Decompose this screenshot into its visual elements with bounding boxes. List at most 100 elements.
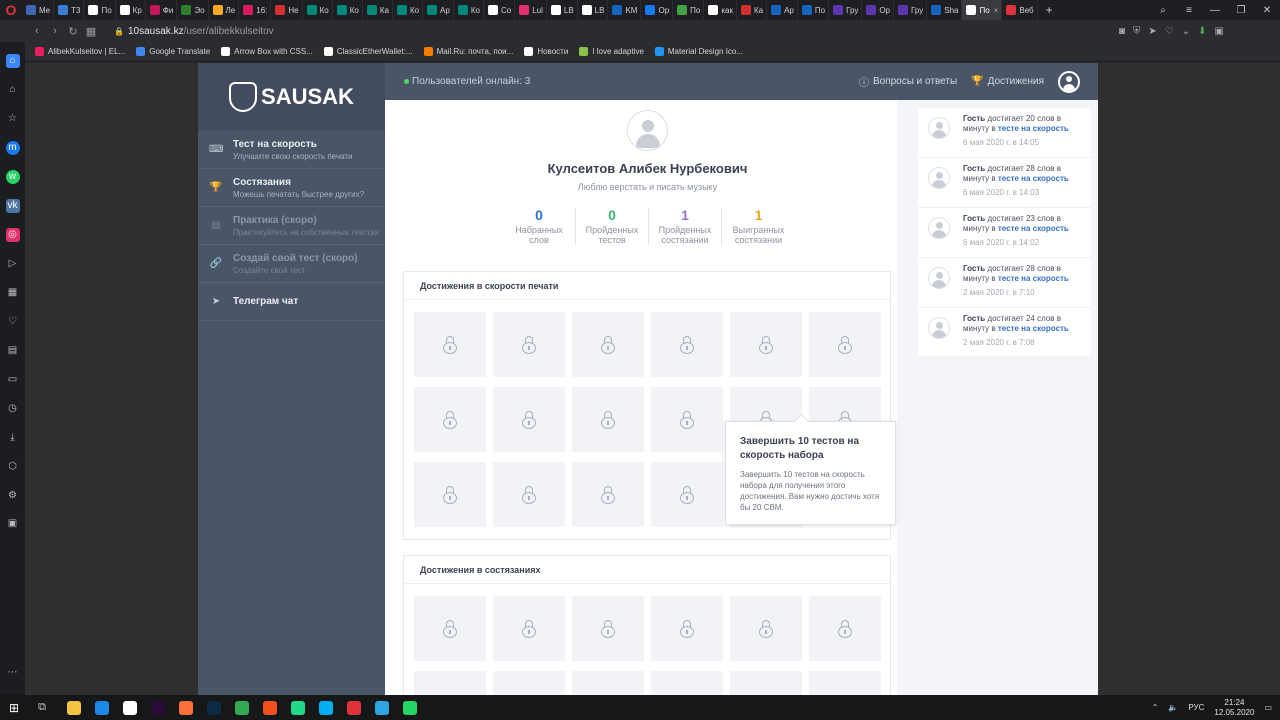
bookmark-4[interactable]: Mail.Ru: почта, пои... — [423, 47, 513, 56]
tab-1[interactable]: Т3 — [54, 0, 85, 20]
bookmark-5[interactable]: Новости — [524, 47, 568, 56]
downloads-icon[interactable]: ⤓ — [6, 430, 20, 444]
firefox-taskbar-button[interactable] — [172, 695, 200, 720]
achievement-tile[interactable] — [572, 462, 644, 527]
achievement-tile[interactable] — [572, 312, 644, 377]
heart-icon[interactable]: ♡ — [1165, 26, 1174, 37]
tab-19[interactable]: KM — [608, 0, 642, 20]
task-view-button[interactable]: ⧉ — [28, 695, 56, 720]
achievement-tile[interactable] — [414, 596, 486, 661]
achievement-tile[interactable] — [651, 312, 723, 377]
achievement-tile[interactable] — [493, 596, 565, 661]
tab-11[interactable]: Ка — [363, 0, 393, 20]
tabs-icon[interactable]: ▭ — [6, 372, 20, 386]
chevron-down-icon[interactable]: ⌄ — [1182, 26, 1190, 37]
achievement-tile[interactable] — [730, 312, 802, 377]
forward-icon[interactable]: › — [46, 25, 64, 37]
bookmark-2[interactable]: Arrow Box with CSS... — [221, 47, 313, 56]
tab-13[interactable]: Ар — [423, 0, 454, 20]
tab-22[interactable]: как — [704, 0, 737, 20]
tab-24[interactable]: Ар — [767, 0, 798, 20]
feed-link[interactable]: тесте на скорость — [998, 274, 1069, 283]
achievements-link[interactable]: 🏆 Достижения — [971, 76, 1044, 87]
notifications-icon[interactable]: ▭ — [1264, 703, 1272, 712]
tab-17[interactable]: LB — [547, 0, 578, 20]
camera-icon[interactable]: ◙ — [1119, 26, 1125, 37]
sidebar-item-0[interactable]: ⌨ Тест на скорость Улучшите свою скорость … — [198, 131, 385, 169]
tab-15[interactable]: Со — [484, 0, 516, 20]
keyboard-language[interactable]: РУС — [1188, 703, 1204, 712]
messenger-icon[interactable]: m — [5, 140, 20, 155]
news-icon[interactable]: ▤ — [6, 343, 20, 357]
feed-link[interactable]: тесте на скорость — [998, 174, 1069, 183]
achievement-tile[interactable] — [809, 596, 881, 661]
tab-23[interactable]: Ка — [737, 0, 768, 20]
chevron-up-icon[interactable]: ⌃ — [1152, 703, 1159, 712]
achievement-tile[interactable] — [651, 596, 723, 661]
tab-2[interactable]: По — [84, 0, 116, 20]
achievement-tile[interactable] — [809, 312, 881, 377]
opera-menu-icon[interactable]: O — [0, 0, 22, 20]
search-icon[interactable]: ⌕ — [1150, 5, 1176, 16]
lock-icon[interactable]: 🔒 — [114, 27, 124, 36]
tab-8[interactable]: Не — [271, 0, 303, 20]
achievement-tile[interactable] — [730, 596, 802, 661]
achievement-tile[interactable] — [809, 671, 881, 695]
yandex-taskbar-button[interactable] — [116, 695, 144, 720]
tab-21[interactable]: По — [673, 0, 705, 20]
bookmark-1[interactable]: Google Translate — [136, 47, 210, 56]
skype-taskbar-button[interactable] — [312, 695, 340, 720]
photoshop-taskbar-button[interactable] — [200, 695, 228, 720]
home-icon[interactable]: ⌂ — [6, 83, 20, 97]
telegram-taskbar-button[interactable] — [368, 695, 396, 720]
achievement-tile[interactable] — [414, 387, 486, 452]
achievement-tile[interactable] — [414, 312, 486, 377]
tab-4[interactable]: Фи — [146, 0, 178, 20]
speed-dial-icon[interactable]: ▦ — [82, 25, 100, 38]
chrome-taskbar-button[interactable] — [228, 695, 256, 720]
box-icon[interactable]: ⬡ — [6, 459, 20, 473]
clock[interactable]: 21:24 12.05.2020 — [1214, 698, 1254, 718]
start-button[interactable]: ⊞ — [0, 695, 28, 720]
tab-extra[interactable]: Веб — [1002, 0, 1038, 20]
instagram-icon[interactable]: ◎ — [5, 227, 20, 242]
tab-6[interactable]: Ле — [209, 0, 240, 20]
close-tab-icon[interactable]: × — [994, 6, 999, 15]
feed-link[interactable]: тесте на скорость — [998, 324, 1069, 333]
achievement-tile[interactable] — [730, 671, 802, 695]
tab-3[interactable]: Кр — [116, 0, 146, 20]
achievement-tile[interactable] — [651, 387, 723, 452]
tab-14[interactable]: Ко — [454, 0, 484, 20]
tab-12[interactable]: Ко — [393, 0, 424, 20]
tab-0[interactable]: Me — [22, 0, 55, 20]
bookmark-3[interactable]: ClassicEtherWallet:... — [323, 47, 413, 56]
download-icon[interactable]: ⬇ — [1198, 26, 1206, 37]
tab-18[interactable]: LB — [578, 0, 609, 20]
url-field[interactable]: 10sausak.kz/user/alibekkulseitov — [128, 26, 274, 37]
settings-icon[interactable]: ⚙ — [6, 488, 20, 502]
extension-icon[interactable]: ▣ — [1215, 26, 1224, 37]
tab-5[interactable]: Эо — [177, 0, 209, 20]
achievement-tile[interactable] — [651, 671, 723, 695]
tab-active[interactable]: По × — [962, 0, 1003, 20]
achievement-tile[interactable] — [493, 312, 565, 377]
webstorm-taskbar-button[interactable] — [284, 695, 312, 720]
tab-16[interactable]: Lul — [515, 0, 547, 20]
bookmark-6[interactable]: I love adaptive — [579, 47, 644, 56]
back-icon[interactable]: ‹ — [28, 25, 46, 37]
tab-26[interactable]: Гру — [829, 0, 863, 20]
edge-taskbar-button[interactable] — [88, 695, 116, 720]
tab-28[interactable]: Гру — [894, 0, 928, 20]
bookmark-7[interactable]: Material Design Ico... — [654, 47, 743, 56]
site-logo[interactable]: SAUSAK — [198, 63, 385, 131]
achievement-tile[interactable] — [414, 671, 486, 695]
achievement-tile[interactable] — [414, 462, 486, 527]
grid-icon[interactable]: ▦ — [6, 286, 20, 300]
achievement-tile[interactable] — [651, 462, 723, 527]
premiere-taskbar-button[interactable] — [144, 695, 172, 720]
whatsapp-icon[interactable]: w — [5, 169, 20, 184]
close-window-icon[interactable]: ✕ — [1254, 5, 1280, 16]
file-explorer-taskbar-button[interactable] — [60, 695, 88, 720]
feed-link[interactable]: тесте на скорость — [998, 124, 1069, 133]
sidebar-item-1[interactable]: 🏆 Состязания Можешь печатать быстрее други… — [198, 169, 385, 207]
